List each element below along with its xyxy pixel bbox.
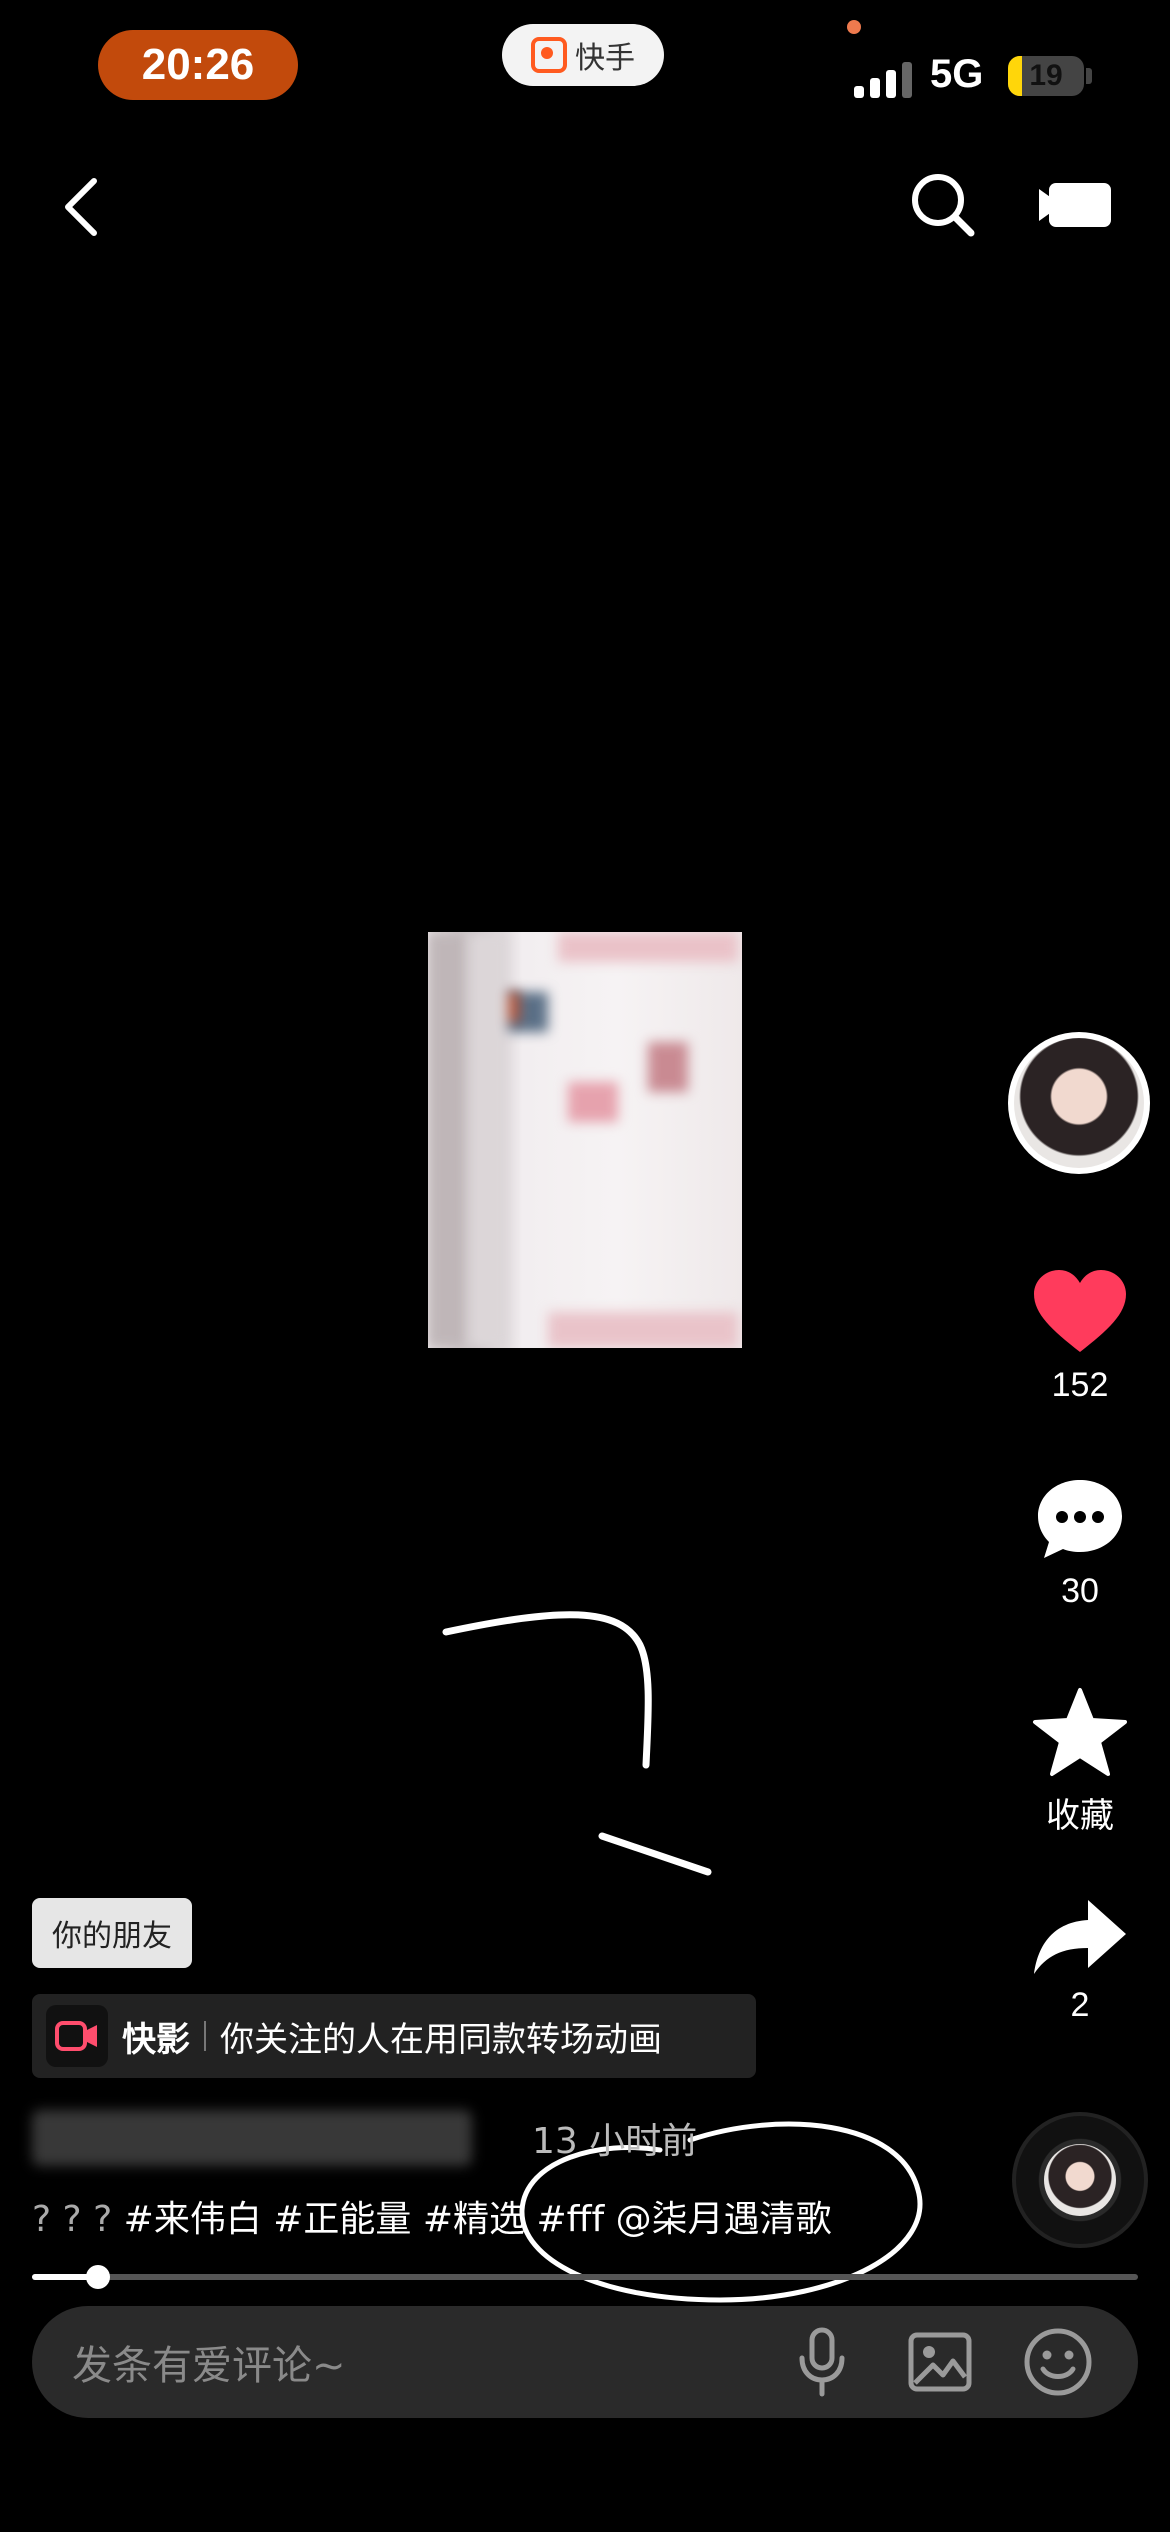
video-content[interactable] — [428, 932, 742, 1348]
heart-icon — [1034, 1270, 1126, 1352]
app-indicator-pill[interactable]: 快手 — [502, 24, 664, 86]
share-button[interactable]: 2 — [1010, 1896, 1150, 2025]
kuaiying-app-icon — [46, 2005, 108, 2067]
battery-level: 19 — [1029, 59, 1063, 92]
video-progress-track[interactable] — [32, 2274, 1138, 2280]
network-type: 5G — [930, 52, 984, 96]
battery-icon: 19 — [1008, 56, 1084, 96]
back-button[interactable] — [36, 162, 126, 252]
kuaiying-promo-text: 你关注的人在用同款转场动画 — [220, 2019, 662, 2060]
battery-tip — [1086, 68, 1092, 84]
post-time: 13 小时前 — [532, 2121, 698, 2162]
post-caption[interactable]: ? ? ? #来伟白 #正能量 #精选 #fff @柒月遇清歌 — [32, 2190, 832, 2242]
favorite-label: 收藏 — [1046, 1797, 1114, 1835]
caption-prefix: ? ? ? — [32, 2199, 124, 2240]
music-disc[interactable] — [1012, 2112, 1148, 2248]
comment-button[interactable]: 30 — [1010, 1476, 1150, 1611]
cellular-signal-icon — [854, 58, 912, 98]
status-time: 20:26 — [98, 30, 298, 100]
comment-count: 30 — [1061, 1572, 1099, 1610]
divider — [204, 2021, 206, 2051]
emoji-icon — [1024, 2328, 1092, 2396]
music-cover-image — [1044, 2144, 1116, 2216]
like-count: 152 — [1051, 1366, 1109, 1404]
voice-input-button[interactable] — [782, 2322, 862, 2402]
video-camera-icon — [1039, 183, 1111, 227]
chevron-left-icon — [65, 178, 97, 236]
comment-bubble-icon — [1038, 1480, 1122, 1558]
friend-tag: 你的朋友 — [32, 1898, 192, 1968]
author-avatar[interactable] — [1008, 1032, 1150, 1174]
share-arrow-icon — [1034, 1900, 1126, 1974]
favorite-button[interactable]: 收藏 — [1010, 1686, 1150, 1837]
privacy-indicator-dot — [847, 20, 861, 34]
emoji-button[interactable] — [1018, 2322, 1098, 2402]
kuaiying-promo[interactable]: 快影 你关注的人在用同款转场动画 — [32, 1994, 756, 2078]
app-name: 快手 — [575, 41, 635, 76]
microphone-icon — [799, 2327, 845, 2397]
comment-input-bar[interactable]: 发条有爱评论~ — [32, 2306, 1138, 2418]
comment-input[interactable]: 发条有爱评论~ — [72, 2333, 744, 2391]
star-icon — [1033, 1688, 1127, 1776]
search-icon — [912, 174, 975, 237]
search-button[interactable] — [898, 160, 988, 250]
kuaishou-logo-icon — [531, 37, 567, 73]
image-button[interactable] — [900, 2322, 980, 2402]
camera-button[interactable] — [1032, 160, 1122, 250]
video-progress-handle[interactable] — [86, 2265, 111, 2289]
avatar-image — [1014, 1038, 1144, 1168]
author-name-redacted[interactable] — [32, 2110, 472, 2166]
caption-tags: #来伟白 #正能量 #精选 #fff @柒月遇清歌 — [123, 2199, 832, 2240]
like-button[interactable]: 152 — [1010, 1268, 1150, 1405]
share-count: 2 — [1070, 1986, 1090, 2024]
image-icon — [908, 2332, 972, 2392]
kuaiying-app-name: 快影 — [122, 2019, 190, 2060]
